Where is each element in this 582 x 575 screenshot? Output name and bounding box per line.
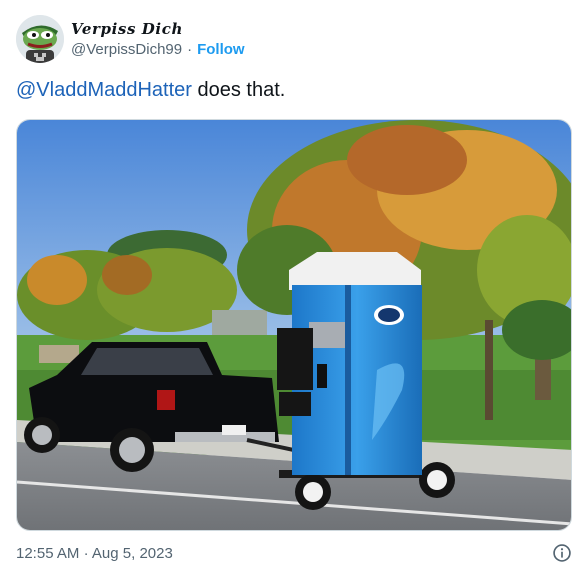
tweet-time: 12:55 AM [16,544,80,562]
frog-avatar-icon [16,15,64,63]
follow-button[interactable]: Follow [197,40,245,60]
tweet-date: Aug 5, 2023 [91,544,173,562]
author-names: Verpiss Dich @VerpissDich99 · Follow [71,19,245,60]
avatar[interactable] [16,15,64,63]
footer-separator: · [83,544,89,562]
author-handle[interactable]: @VerpissDich99 [71,40,182,60]
tweet-footer: 12:55 AM · Aug 5, 2023 [16,541,572,565]
mention-link[interactable]: @VladdMaddHatter [16,79,192,101]
tweet-body-text: does that. [191,79,286,101]
tweet-card: Verpiss Dich @VerpissDich99 · Follow @Vl… [0,0,582,575]
timestamp[interactable]: 12:55 AM · Aug 5, 2023 [16,545,173,562]
tweet-photo[interactable] [16,119,572,531]
handle-row: @VerpissDich99 · Follow [71,40,245,60]
tweet-text: @VladdMaddHatter does that. [16,76,285,104]
info-icon[interactable] [552,543,572,563]
photo-truck-towing-portable-toilet-icon [17,120,571,530]
separator-dot: · [187,40,193,58]
tweet-header: Verpiss Dich @VerpissDich99 · Follow [16,13,556,65]
display-name[interactable]: Verpiss Dich [71,19,245,39]
